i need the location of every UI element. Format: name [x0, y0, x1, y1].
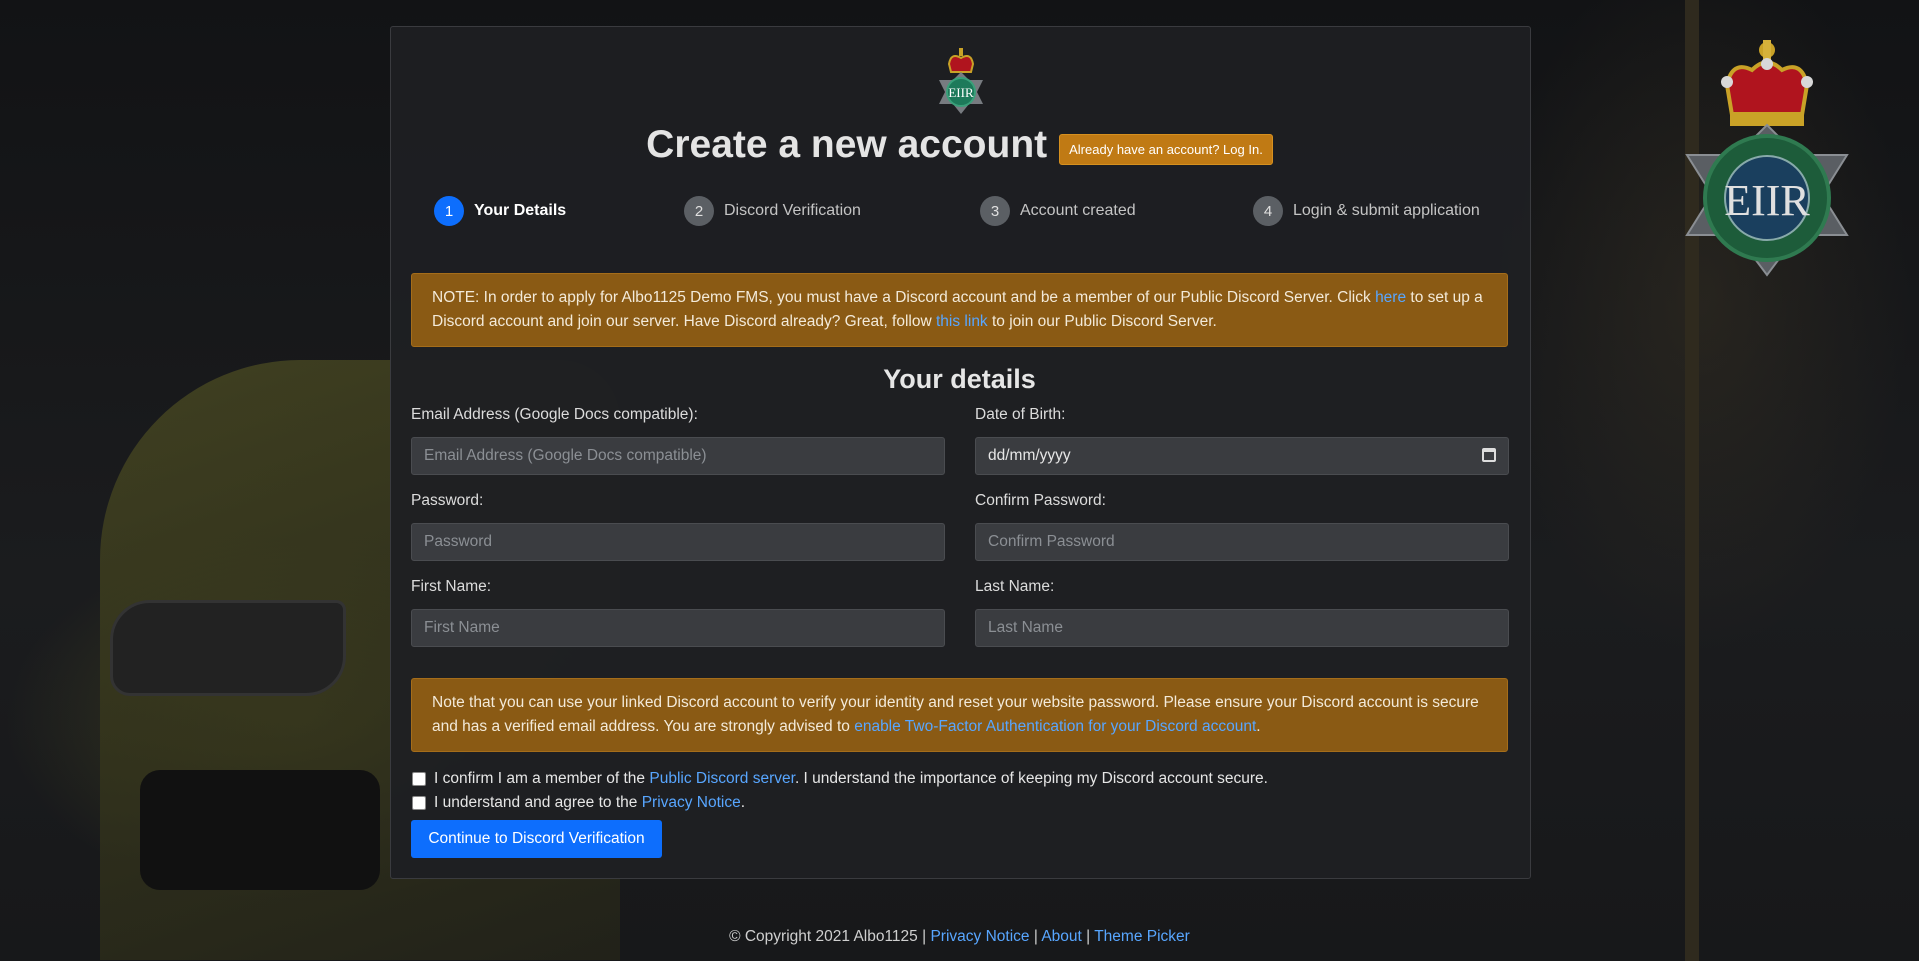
footer: © Copyright 2021 Albo1125 | Privacy Noti…	[0, 928, 1919, 946]
dob-input[interactable]: dd/mm/yyyy	[975, 437, 1509, 475]
first-name-input[interactable]: First Name	[411, 609, 945, 647]
confirm-password-input[interactable]: Confirm Password	[975, 523, 1509, 561]
dob-value: dd/mm/yyyy	[988, 447, 1071, 464]
dob-label: Date of Birth:	[975, 406, 1066, 423]
discord-member-confirm-row: I confirm I am a member of the Public Di…	[412, 770, 1268, 788]
title-row: Create a new account Already have an acc…	[0, 118, 1919, 172]
logo-cipher: EIIR	[948, 85, 974, 100]
step-login-submit: 4 Login & submit application	[1253, 196, 1480, 226]
checkbox-label: I confirm I am a member of the	[434, 770, 650, 787]
notice-text: .	[1256, 718, 1261, 735]
privacy-notice-link[interactable]: Privacy Notice	[642, 794, 741, 811]
page-title: Create a new account	[646, 123, 1048, 166]
first-name-field-group: First Name: First Name	[411, 578, 945, 647]
confirm-password-label: Confirm Password:	[975, 492, 1106, 509]
footer-separator: |	[1086, 928, 1091, 945]
checkbox-label: I understand and agree to the	[434, 794, 642, 811]
password-label: Password:	[411, 492, 484, 509]
badge-cipher: EIIR	[1724, 176, 1810, 225]
checkbox-label: . I understand the importance of keeping…	[794, 770, 1268, 787]
dob-field-group: Date of Birth: dd/mm/yyyy	[975, 406, 1509, 475]
privacy-agree-row: I understand and agree to the Privacy No…	[412, 794, 745, 812]
step-account-created: 3 Account created	[980, 196, 1136, 226]
last-name-field-group: Last Name: Last Name	[975, 578, 1509, 647]
login-button[interactable]: Already have an account? Log In.	[1059, 133, 1273, 165]
privacy-checkbox[interactable]	[412, 796, 426, 810]
step-label: Account created	[1020, 202, 1136, 219]
password-field-group: Password: Password	[411, 492, 945, 561]
step-your-details: 1 Your Details	[434, 196, 566, 226]
first-name-label: First Name:	[411, 578, 492, 595]
discord-requirement-notice: NOTE: In order to apply for Albo1125 Dem…	[411, 273, 1508, 347]
discord-join-link[interactable]: this link	[936, 313, 988, 330]
continue-button[interactable]: Continue to Discord Verification	[411, 820, 662, 858]
step-number: 4	[1253, 196, 1283, 226]
progress-steps: 1 Your Details 2 Discord Verification 3 …	[434, 196, 1486, 230]
confirm-password-field-group: Confirm Password: Confirm Password	[975, 492, 1509, 561]
email-input[interactable]: Email Address (Google Docs compatible)	[411, 437, 945, 475]
last-name-label: Last Name:	[975, 578, 1055, 595]
last-name-input[interactable]: Last Name	[975, 609, 1509, 647]
footer-separator: |	[1033, 928, 1038, 945]
two-factor-link[interactable]: enable Two-Factor Authentication for you…	[854, 718, 1256, 735]
email-label: Email Address (Google Docs compatible):	[411, 406, 698, 423]
calendar-icon[interactable]	[1482, 448, 1496, 462]
copyright-text: © Copyright 2021 Albo1125	[729, 928, 918, 945]
section-title: Your details	[883, 364, 1036, 394]
crown-icon	[1721, 40, 1813, 126]
background-car-grille	[140, 770, 380, 890]
step-label: Login & submit application	[1293, 202, 1480, 219]
step-number: 3	[980, 196, 1010, 226]
notice-text: to join our Public Discord Server.	[987, 313, 1217, 330]
footer-about-link[interactable]: About	[1041, 928, 1082, 945]
step-label: Discord Verification	[724, 202, 861, 219]
email-field-group: Email Address (Google Docs compatible): …	[411, 406, 945, 475]
background-car-headlight	[110, 600, 346, 696]
footer-theme-link[interactable]: Theme Picker	[1094, 928, 1190, 945]
password-input[interactable]: Password	[411, 523, 945, 561]
step-label: Your Details	[474, 202, 567, 219]
footer-separator: |	[922, 928, 927, 945]
checkbox-label: .	[740, 794, 746, 811]
step-discord-verification: 2 Discord Verification	[684, 196, 861, 226]
public-discord-link[interactable]: Public Discord server	[649, 770, 795, 787]
notice-text: NOTE: In order to apply for Albo1125 Dem…	[432, 289, 1376, 306]
footer-privacy-link[interactable]: Privacy Notice	[930, 928, 1029, 945]
discord-security-notice: Note that you can use your linked Discor…	[411, 678, 1508, 752]
police-logo-icon: EIIR	[939, 48, 983, 114]
discord-setup-link[interactable]: here	[1375, 289, 1406, 306]
step-number: 2	[684, 196, 714, 226]
discord-member-checkbox[interactable]	[412, 772, 426, 786]
step-number: 1	[434, 196, 464, 226]
